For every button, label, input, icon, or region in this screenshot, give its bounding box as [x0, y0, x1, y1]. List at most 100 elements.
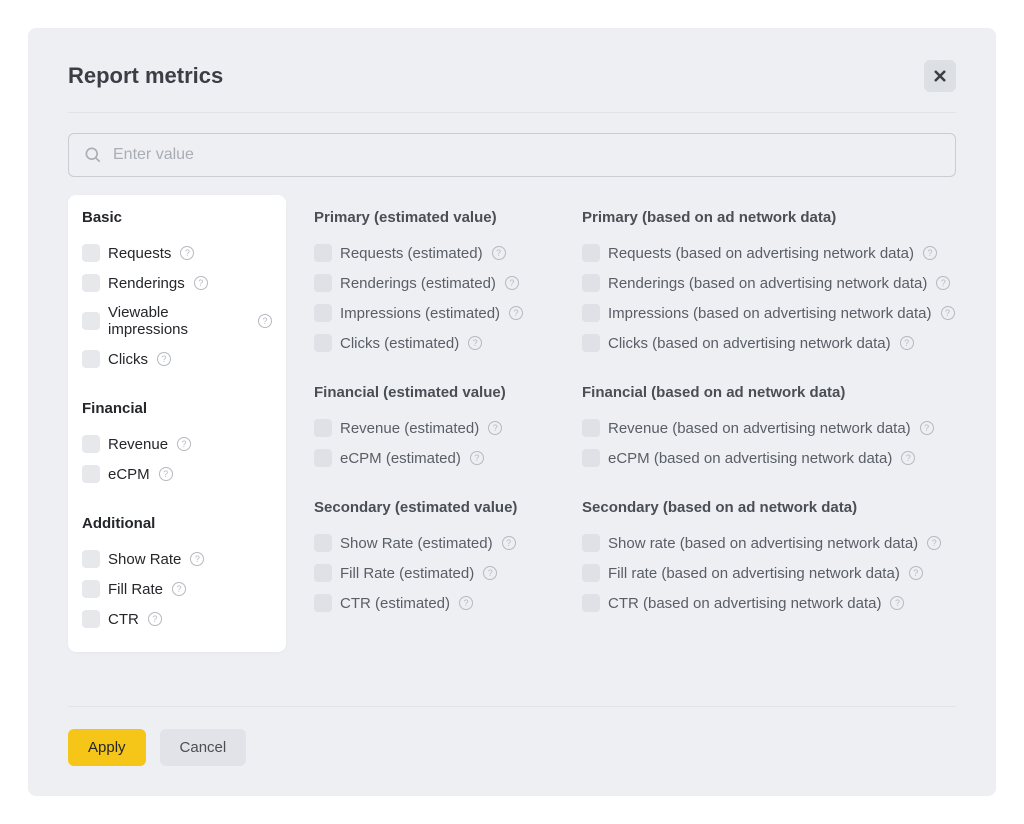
metric-label: Show Rate (estimated)	[340, 535, 493, 552]
metric-ctr-estimated[interactable]: CTR (estimated)?	[314, 588, 554, 618]
checkbox[interactable]	[314, 534, 332, 552]
metric-viewable-impressions[interactable]: Viewable impressions?	[82, 298, 272, 344]
metric-requests[interactable]: Requests?	[82, 238, 272, 268]
help-icon[interactable]: ?	[502, 536, 516, 550]
checkbox[interactable]	[314, 594, 332, 612]
help-icon[interactable]: ?	[492, 246, 506, 260]
metric-revenue[interactable]: Revenue?	[82, 429, 272, 459]
search-input[interactable]	[113, 146, 941, 164]
apply-button[interactable]: Apply	[68, 729, 146, 766]
metric-clicks-estimated[interactable]: Clicks (estimated)?	[314, 328, 554, 358]
help-icon[interactable]: ?	[900, 336, 914, 350]
checkbox[interactable]	[314, 449, 332, 467]
metric-requests-estimated[interactable]: Requests (estimated)?	[314, 238, 554, 268]
metric-label: CTR (based on advertising network data)	[608, 595, 881, 612]
metric-requests-network[interactable]: Requests (based on advertising network d…	[582, 238, 956, 268]
group-financial-estimated: Financial (estimated value) Revenue (est…	[314, 384, 554, 473]
help-icon[interactable]: ?	[909, 566, 923, 580]
metric-clicks[interactable]: Clicks?	[82, 344, 272, 374]
group-title: Primary (estimated value)	[314, 209, 554, 226]
metric-label: eCPM (based on advertising network data)	[608, 450, 892, 467]
checkbox[interactable]	[82, 580, 100, 598]
close-button[interactable]	[924, 60, 956, 92]
group-additional: Additional Show Rate? Fill Rate? CTR?	[82, 515, 272, 634]
help-icon[interactable]: ?	[459, 596, 473, 610]
metric-label: Revenue (estimated)	[340, 420, 479, 437]
metric-show-rate[interactable]: Show Rate?	[82, 544, 272, 574]
help-icon[interactable]: ?	[483, 566, 497, 580]
help-icon[interactable]: ?	[258, 314, 272, 328]
help-icon[interactable]: ?	[172, 582, 186, 596]
checkbox[interactable]	[582, 564, 600, 582]
metric-show-rate-network[interactable]: Show rate (based on advertising network …	[582, 528, 956, 558]
help-icon[interactable]: ?	[927, 536, 941, 550]
help-icon[interactable]: ?	[890, 596, 904, 610]
group-financial: Financial Revenue? eCPM?	[82, 400, 272, 489]
metric-revenue-network[interactable]: Revenue (based on advertising network da…	[582, 413, 956, 443]
checkbox[interactable]	[582, 304, 600, 322]
checkbox[interactable]	[582, 534, 600, 552]
metric-renderings[interactable]: Renderings?	[82, 268, 272, 298]
checkbox[interactable]	[314, 419, 332, 437]
help-icon[interactable]: ?	[505, 276, 519, 290]
checkbox[interactable]	[82, 435, 100, 453]
metric-fill-rate-estimated[interactable]: Fill Rate (estimated)?	[314, 558, 554, 588]
help-icon[interactable]: ?	[936, 276, 950, 290]
help-icon[interactable]: ?	[920, 421, 934, 435]
checkbox[interactable]	[314, 304, 332, 322]
checkbox[interactable]	[582, 274, 600, 292]
help-icon[interactable]: ?	[468, 336, 482, 350]
help-icon[interactable]: ?	[488, 421, 502, 435]
help-icon[interactable]: ?	[901, 451, 915, 465]
metric-label: Renderings (based on advertising network…	[608, 275, 927, 292]
help-icon[interactable]: ?	[470, 451, 484, 465]
metric-label: Show Rate	[108, 551, 181, 568]
checkbox[interactable]	[82, 465, 100, 483]
metric-revenue-estimated[interactable]: Revenue (estimated)?	[314, 413, 554, 443]
metric-show-rate-estimated[interactable]: Show Rate (estimated)?	[314, 528, 554, 558]
help-icon[interactable]: ?	[509, 306, 523, 320]
metric-renderings-network[interactable]: Renderings (based on advertising network…	[582, 268, 956, 298]
group-title: Financial	[82, 400, 272, 417]
metric-ecpm-network[interactable]: eCPM (based on advertising network data)…	[582, 443, 956, 473]
checkbox[interactable]	[582, 244, 600, 262]
help-icon[interactable]: ?	[941, 306, 955, 320]
metric-impressions-network[interactable]: Impressions (based on advertising networ…	[582, 298, 956, 328]
checkbox[interactable]	[82, 550, 100, 568]
checkbox[interactable]	[582, 419, 600, 437]
metric-ctr[interactable]: CTR?	[82, 604, 272, 634]
help-icon[interactable]: ?	[194, 276, 208, 290]
checkbox[interactable]	[314, 274, 332, 292]
checkbox[interactable]	[82, 312, 100, 330]
help-icon[interactable]: ?	[159, 467, 173, 481]
metric-clicks-network[interactable]: Clicks (based on advertising network dat…	[582, 328, 956, 358]
metric-label: Impressions (based on advertising networ…	[608, 305, 932, 322]
help-icon[interactable]: ?	[190, 552, 204, 566]
checkbox[interactable]	[582, 334, 600, 352]
metric-ecpm-estimated[interactable]: eCPM (estimated)?	[314, 443, 554, 473]
help-icon[interactable]: ?	[180, 246, 194, 260]
search-icon	[83, 145, 103, 165]
checkbox[interactable]	[82, 244, 100, 262]
help-icon[interactable]: ?	[157, 352, 171, 366]
checkbox[interactable]	[582, 594, 600, 612]
metric-fill-rate[interactable]: Fill Rate?	[82, 574, 272, 604]
checkbox[interactable]	[314, 334, 332, 352]
help-icon[interactable]: ?	[923, 246, 937, 260]
checkbox[interactable]	[314, 564, 332, 582]
checkbox[interactable]	[582, 449, 600, 467]
cancel-button[interactable]: Cancel	[160, 729, 247, 766]
checkbox[interactable]	[82, 350, 100, 368]
checkbox[interactable]	[82, 274, 100, 292]
help-icon[interactable]: ?	[177, 437, 191, 451]
metric-ecpm[interactable]: eCPM?	[82, 459, 272, 489]
help-icon[interactable]: ?	[148, 612, 162, 626]
metric-fill-rate-network[interactable]: Fill rate (based on advertising network …	[582, 558, 956, 588]
search-field[interactable]	[68, 133, 956, 177]
metric-renderings-estimated[interactable]: Renderings (estimated)?	[314, 268, 554, 298]
metric-label: Clicks	[108, 351, 148, 368]
checkbox[interactable]	[314, 244, 332, 262]
metric-ctr-network[interactable]: CTR (based on advertising network data)?	[582, 588, 956, 618]
checkbox[interactable]	[82, 610, 100, 628]
metric-impressions-estimated[interactable]: Impressions (estimated)?	[314, 298, 554, 328]
